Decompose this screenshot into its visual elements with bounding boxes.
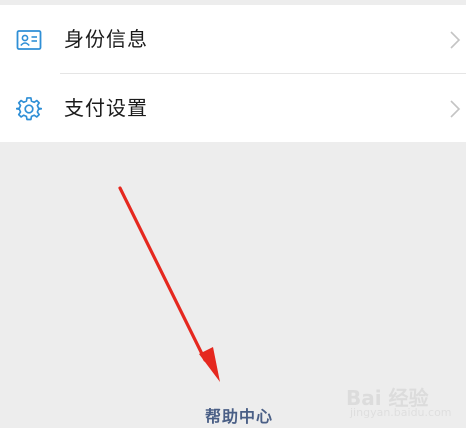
menu-item-payment-settings[interactable]: 支付设置: [0, 74, 466, 142]
gear-icon: [15, 96, 43, 122]
help-center-link[interactable]: 帮助中心: [0, 406, 466, 428]
menu-item-identity-info[interactable]: 身份信息: [0, 5, 466, 74]
chevron-right-icon: [449, 29, 461, 51]
menu-card: 身份信息 支付设置: [0, 5, 466, 142]
id-card-icon: [16, 27, 42, 53]
chevron-right-icon: [449, 98, 461, 120]
menu-item-label: 支付设置: [64, 96, 148, 120]
menu-item-label: 身份信息: [64, 27, 148, 51]
